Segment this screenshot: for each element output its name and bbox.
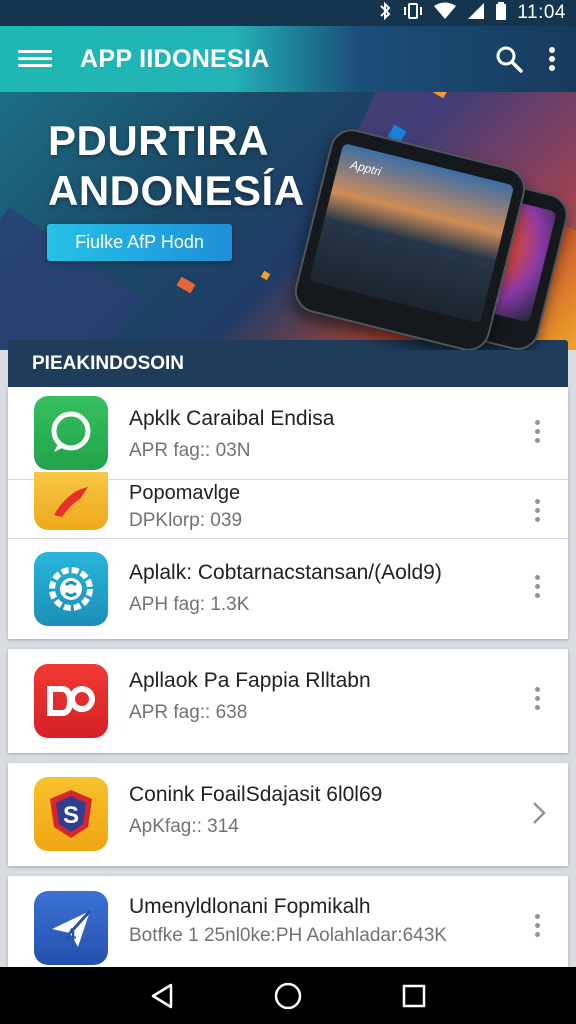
app-title: APP IIDONESIA	[80, 44, 270, 73]
signal-icon	[467, 2, 485, 25]
more-vert-icon[interactable]	[528, 914, 546, 937]
confetti-shape	[260, 270, 271, 281]
app-list-card: Apllaok Pa Fappia Rlltabn APR fag:: 638	[8, 649, 568, 753]
app-name: Umenyldlonani Fopmikalh	[129, 895, 371, 918]
do-logo-icon	[34, 664, 108, 738]
svg-text:4: 4	[66, 925, 76, 945]
more-vert-icon[interactable]	[546, 44, 558, 74]
app-name: Popomavlge	[129, 482, 241, 504]
back-icon[interactable]	[149, 982, 175, 1010]
search-icon[interactable]	[494, 44, 524, 74]
section-header: PIEAKINDOSOIN	[8, 340, 568, 387]
hero-banner: PDURTIRA ANDONESÍA Fiulke AfP Hodn Apptr…	[0, 92, 576, 350]
status-bar: 11:04	[0, 0, 576, 26]
app-list-card: 4 Umenyldlonani Fopmikalh Botfke 1 25nl0…	[8, 876, 568, 967]
chevron-right-icon[interactable]	[532, 801, 546, 830]
more-vert-icon[interactable]	[528, 499, 546, 522]
app-list-card: Apklk Caraibal Endisa APR fag:: 03N Popo…	[8, 387, 568, 639]
hero-title: PDURTIRA ANDONESÍA	[48, 116, 305, 216]
s-shield-icon: S	[34, 777, 108, 851]
system-nav-bar	[0, 967, 576, 1024]
svg-text:S: S	[63, 802, 79, 829]
hero-cta-button[interactable]: Fiulke AfP Hodn	[47, 224, 232, 261]
more-vert-icon[interactable]	[528, 687, 546, 710]
phone-screen-text: Apptri	[348, 157, 383, 179]
app-list-card: S Conink FoailSdajasit 6l0l69 ApKfag:: 3…	[8, 763, 568, 866]
home-icon[interactable]	[273, 981, 303, 1011]
more-vert-icon[interactable]	[528, 420, 546, 443]
list-item[interactable]: Popomavlge DPKlorp: 039	[8, 472, 568, 539]
app-name: Aplalk: Cobtarnacstansan/(Aold9)	[129, 561, 442, 584]
app-meta: APH fag: 1.3K	[129, 594, 250, 615]
app-meta: Botfke 1 25nl0ke:PH Aolahladar:643K	[129, 925, 447, 946]
list-item[interactable]: Aplalk: Cobtarnacstansan/(Aold9) APH fag…	[8, 539, 568, 639]
wifi-icon	[433, 2, 457, 25]
menu-icon[interactable]	[18, 47, 56, 71]
bluetooth-icon	[377, 1, 393, 25]
vibrate-icon	[403, 2, 423, 25]
hero-title-line: ANDONESÍA	[48, 167, 305, 214]
list-item[interactable]: Apklk Caraibal Endisa APR fag:: 03N	[8, 387, 568, 480]
more-vert-icon[interactable]	[528, 575, 546, 598]
list-item[interactable]: S Conink FoailSdajasit 6l0l69 ApKfag:: 3…	[8, 763, 568, 866]
chat-bubble-icon	[34, 396, 108, 470]
battery-icon	[495, 1, 507, 25]
app-name: Apklk Caraibal Endisa	[129, 407, 335, 430]
status-time: 11:04	[517, 2, 566, 23]
confetti-shape	[176, 276, 196, 294]
app-meta: DPKlorp: 039	[129, 510, 243, 531]
app-meta: APR fag:: 638	[129, 702, 248, 723]
app-meta: APR fag:: 03N	[129, 440, 251, 461]
hero-title-line: PDURTIRA	[48, 117, 269, 164]
app-meta: ApKfag:: 314	[129, 816, 239, 837]
app-bar: APP IIDONESIA	[0, 26, 576, 92]
list-item[interactable]: Apllaok Pa Fappia Rlltabn APR fag:: 638	[8, 649, 568, 753]
app-name: Apllaok Pa Fappia Rlltabn	[129, 669, 371, 692]
recents-icon[interactable]	[401, 983, 427, 1009]
app-name: Conink FoailSdajasit 6l0l69	[129, 783, 383, 806]
gear-s-icon	[34, 552, 108, 626]
paper-plane-icon: 4	[34, 891, 108, 965]
list-item[interactable]: 4 Umenyldlonani Fopmikalh Botfke 1 25nl0…	[8, 876, 568, 967]
phone-screen: Apptri	[309, 143, 515, 324]
red-arrow-icon	[34, 472, 108, 530]
